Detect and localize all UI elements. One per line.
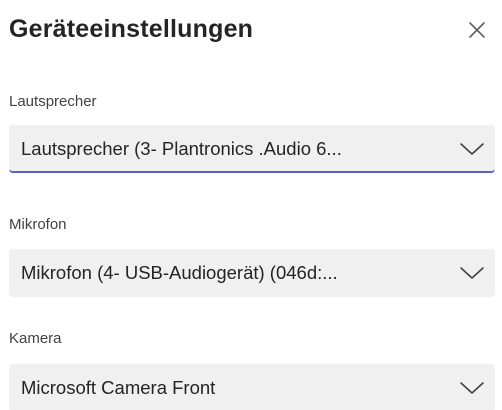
close-button[interactable] [465, 18, 489, 42]
close-icon [465, 18, 489, 42]
microphone-selected-value: Mikrofon (4- USB-Audiogerät) (046d:... [21, 262, 338, 283]
speaker-selected-value: Lautsprecher (3- Plantronics .Audio 6... [21, 138, 342, 159]
dialog-header: Geräteeinstellungen [9, 12, 495, 52]
device-settings-dialog: Geräteeinstellungen Lautsprecher Lautspr… [0, 0, 502, 410]
speaker-label: Lautsprecher [9, 93, 97, 110]
microphone-label: Mikrofon [9, 216, 67, 233]
chevron-down-icon [459, 263, 485, 283]
dialog-title: Geräteeinstellungen [9, 15, 254, 43]
camera-label: Kamera [9, 330, 62, 347]
chevron-down-icon [459, 139, 485, 159]
microphone-dropdown[interactable]: Mikrofon (4- USB-Audiogerät) (046d:... [9, 249, 495, 297]
camera-selected-value: Microsoft Camera Front [21, 377, 216, 398]
camera-dropdown[interactable]: Microsoft Camera Front [9, 364, 495, 410]
chevron-down-icon [459, 378, 485, 398]
speaker-dropdown[interactable]: Lautsprecher (3- Plantronics .Audio 6... [9, 125, 495, 173]
